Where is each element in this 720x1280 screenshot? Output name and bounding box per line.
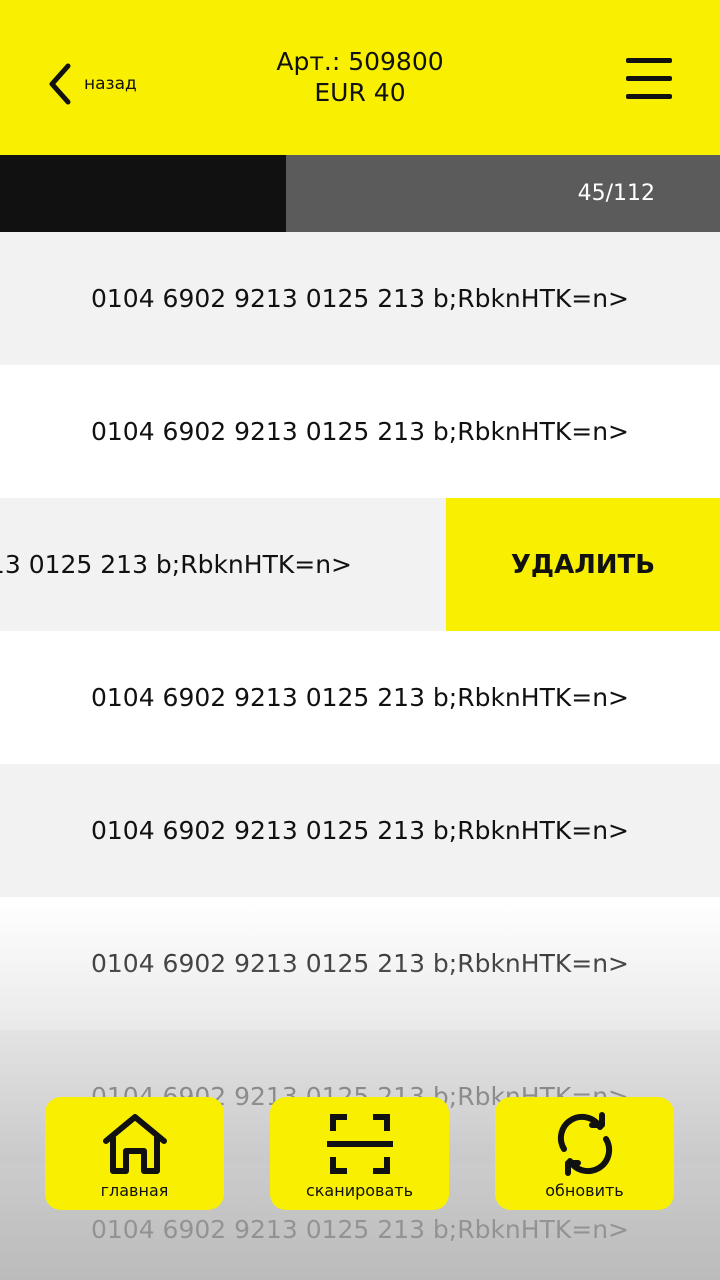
list-item-content: 0104 6902 9213 0125 213 b;RbknHTK=n> <box>0 498 446 631</box>
hamburger-menu-icon[interactable] <box>626 58 672 108</box>
refresh-button[interactable]: обновить <box>495 1097 674 1210</box>
scan-button[interactable]: сканировать <box>270 1097 449 1210</box>
list-item-code: 0104 6902 9213 0125 213 b;RbknHTK=n> <box>0 550 352 579</box>
list-item[interactable]: 0104 6902 9213 0125 213 b;RbknHTK=n> <box>0 232 720 365</box>
list-item-code: 0104 6902 9213 0125 213 b;RbknHTK=n> <box>90 949 629 978</box>
list-item-code: 0104 6902 9213 0125 213 b;RbknHTK=n> <box>90 284 629 313</box>
refresh-icon <box>557 1112 612 1176</box>
list-item-code: 0104 6902 9213 0125 213 b;RbknHTK=n> <box>90 816 629 845</box>
list-item[interactable]: 0104 6902 9213 0125 213 b;RbknHTK=n> <box>0 631 720 764</box>
list-item[interactable]: 0104 6902 9213 0125 213 b;RbknHTK=n> <box>0 764 720 897</box>
scan-frame-icon <box>326 1114 393 1174</box>
back-label: назад <box>84 74 137 94</box>
list-item-code: 0104 6902 9213 0125 213 b;RbknHTK=n> <box>90 417 629 446</box>
list-item[interactable]: 0104 6902 9213 0125 213 b;RbknHTK=n> <box>0 365 720 498</box>
back-button[interactable]: назад <box>44 56 137 112</box>
price: EUR 40 <box>314 78 406 107</box>
progress-fill <box>0 155 286 232</box>
home-icon <box>102 1114 167 1174</box>
chevron-left-icon <box>49 63 71 105</box>
home-button[interactable]: главная <box>45 1097 224 1210</box>
list-item[interactable]: 0104 6902 9213 0125 213 b;RbknHTK=n> УДАЛ… <box>0 498 720 631</box>
refresh-label: обновить <box>545 1181 624 1200</box>
progress-count: 45/112 <box>577 181 655 206</box>
scan-progress-bar: 45/112 <box>0 155 720 232</box>
top-bar: назад Арт.: 509800 EUR 40 <box>0 0 720 155</box>
bottom-nav: главная сканировать обновить <box>0 1097 720 1210</box>
list-item[interactable]: 0104 6902 9213 0125 213 b;RbknHTK=n> <box>0 897 720 1030</box>
home-label: главная <box>100 1181 169 1200</box>
article-number: Арт.: 509800 <box>276 47 444 76</box>
page-title: Арт.: 509800 EUR 40 <box>160 46 560 108</box>
delete-button[interactable]: УДАЛИТЬ <box>446 498 720 631</box>
list-item-code: 0104 6902 9213 0125 213 b;RbknHTK=n> <box>90 683 629 712</box>
scan-label: сканировать <box>305 1181 414 1200</box>
